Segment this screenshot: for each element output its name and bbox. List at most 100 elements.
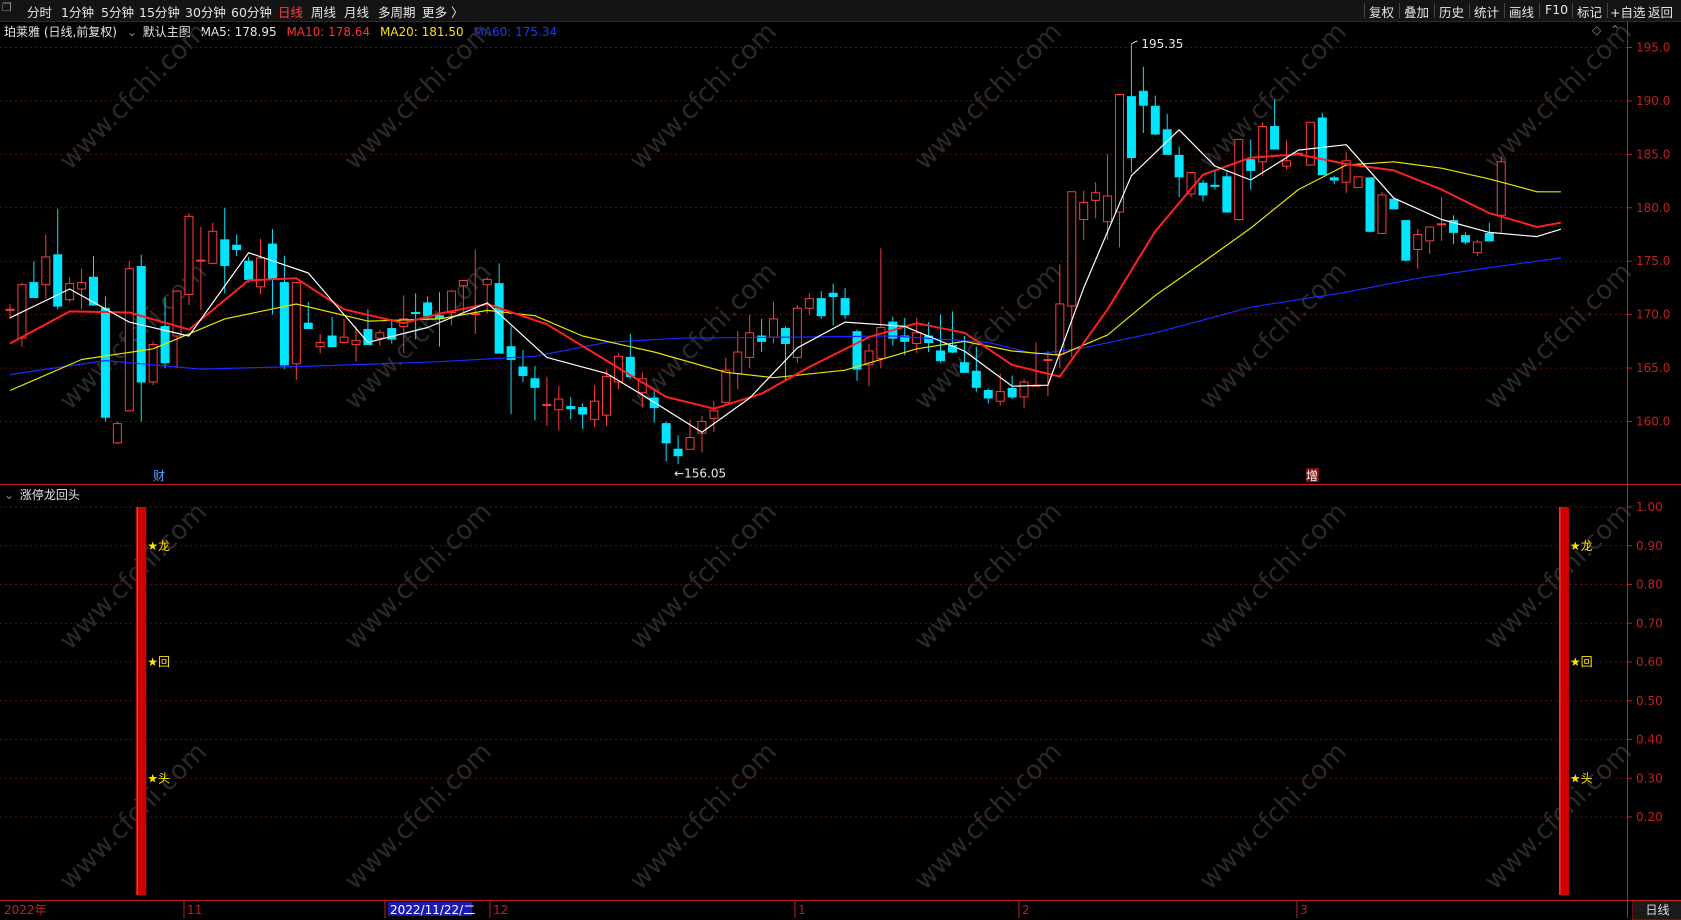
candle-up [375,332,385,339]
candle-down [828,292,838,297]
candle-down [29,282,39,299]
mark-button[interactable]: 标记 [1577,2,1602,21]
candle-up [124,268,134,412]
history-button[interactable]: 历史 [1439,2,1464,21]
candle-down [220,239,230,266]
watermark-text: www.cfchi.com [1479,737,1638,896]
candle-down [530,378,540,388]
candle-up [995,391,1005,402]
time-axis-label: 1 [798,903,806,917]
candle-up [458,279,468,287]
toolbar-divider [1539,3,1540,18]
candle-down [1126,96,1136,159]
candle-up [1353,176,1363,188]
candle-up [172,290,182,337]
period-tab-60min[interactable]: 60分钟 [231,2,272,21]
candle-up [1472,241,1482,254]
indicator-tick-label: 0.80 [1636,578,1663,592]
watermark-text: www.cfchi.com [339,497,498,656]
period-tab-fenshi[interactable]: 分时 [27,2,52,21]
candle-up [77,282,87,290]
candle-down [578,407,588,415]
watermark-text: www.cfchi.com [54,737,213,896]
period-tab-15min[interactable]: 15分钟 [139,2,180,21]
period-tab-monthly[interactable]: 月线 [344,2,369,21]
candle-down [780,328,790,344]
candle-down [1198,182,1208,196]
watermark-layer: www.cfchi.com www.cfchi.com www.cfchi.com w… [54,21,1638,896]
candle-down [279,282,289,366]
price-axis: 195.0 190.0 185.0 180.0 175.0 170.0 165.0 160.0 [1627,41,1670,429]
indicator-tick-label: 1.00 [1636,500,1663,514]
toolbar-divider [1572,3,1573,18]
candle-up [1377,194,1387,234]
time-axis-label: 12 [493,903,508,917]
bottom-tab-daily[interactable]: 日线 [1632,901,1681,920]
event-marker-increase: 增 [1306,469,1318,483]
draw-line-button[interactable]: 画线 [1509,2,1534,21]
period-tab-more[interactable]: 更多 〉 [422,2,463,21]
price-tick-label: 160.0 [1636,415,1670,429]
candle-up [446,290,456,314]
candle-up [196,259,206,262]
chart-canvas[interactable]: www.cfchi.com www.cfchi.com www.cfchi.com w… [0,21,1681,918]
candle-down [232,244,242,250]
price-tick-label: 195.0 [1636,41,1670,55]
candle-up [721,369,731,403]
signal-star-label: ★回 [1570,655,1593,669]
event-marker-finance: 财 [153,469,165,483]
indicator-tick-label: 0.90 [1636,539,1663,553]
period-tab-1min[interactable]: 1分钟 [61,2,94,21]
signal-star-label: ★回 [147,655,170,669]
candle-up [1091,192,1101,201]
indicator-tick-label: 0.50 [1636,694,1663,708]
period-tab-daily[interactable]: 日线 [278,2,303,21]
candle-down [1460,235,1470,243]
candle-down [816,298,826,317]
candle-down [100,307,110,418]
signal-star-label: ★龙 [147,539,170,553]
fuquan-button[interactable]: 复权 [1369,2,1394,21]
price-tick-label: 165.0 [1636,361,1670,375]
candle-up [733,351,743,374]
crosshair-date-label: 2022/11/22/二 [390,903,475,917]
watermark-text: www.cfchi.com [909,21,1068,176]
candle-up [1019,381,1029,398]
indicator-axis: 1.00 0.90 0.80 0.70 0.60 0.50 0.40 0.30 0.20 [1627,500,1663,824]
period-tab-5min[interactable]: 5分钟 [101,2,134,21]
period-tab-multi[interactable]: 多周期 [378,2,416,21]
candle-down [1174,154,1184,178]
candle-up [1437,223,1447,226]
candle-up [1067,191,1077,307]
candle-down [983,390,993,399]
watermark-text: www.cfchi.com [339,21,498,176]
period-tab-30min[interactable]: 30分钟 [185,2,226,21]
candle-up [1496,161,1506,216]
candle-down [494,283,504,354]
add-watchlist-button[interactable]: +自选 [1610,2,1645,21]
watermark-text: www.cfchi.com [624,497,783,656]
stats-button[interactable]: 统计 [1474,2,1499,21]
watermark-text: www.cfchi.com [1194,21,1353,176]
watermark-text: www.cfchi.com [1479,21,1638,176]
candle-up [1305,121,1315,166]
overlay-button[interactable]: 叠加 [1404,2,1429,21]
toolbar-divider [1607,3,1608,18]
period-tab-weekly[interactable]: 周线 [311,2,336,21]
time-axis-label: 11 [187,903,202,917]
f10-button[interactable]: F10 [1545,2,1568,17]
candle-up [745,332,755,358]
watermark-text: www.cfchi.com [624,737,783,896]
candle-down [423,302,433,317]
candle-down [434,315,444,319]
candle-down [661,423,671,444]
candle-up [339,336,349,343]
candle-up [482,278,492,286]
candle-down [840,298,850,316]
back-button[interactable]: 返回 [1648,2,1673,21]
price-tick-label: 170.0 [1636,308,1670,322]
watermark-text: www.cfchi.com [1479,257,1638,416]
candle-up [709,410,719,419]
indicator-tick-label: 0.40 [1636,733,1663,747]
window-restore-icon[interactable]: ❐ [2,1,12,14]
